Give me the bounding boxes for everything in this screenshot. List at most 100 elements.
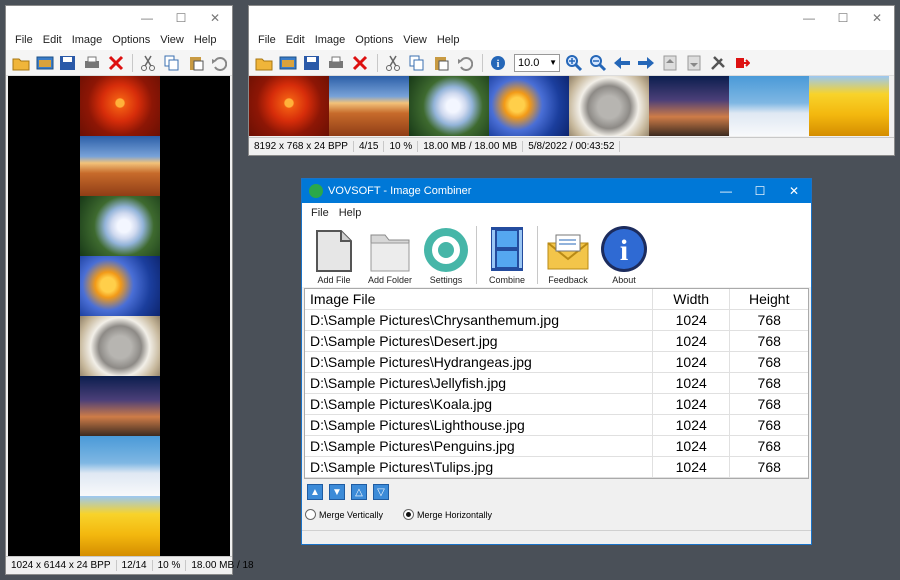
- top-viewer-canvas[interactable]: [249, 76, 894, 136]
- status-dimensions: 1024 x 6144 x 24 BPP: [6, 560, 117, 571]
- undo-icon[interactable]: [454, 52, 476, 74]
- save-icon[interactable]: [301, 52, 323, 74]
- add-file-button[interactable]: Add File: [306, 223, 362, 287]
- image-icon[interactable]: [277, 52, 299, 74]
- table-row[interactable]: D:\Sample Pictures\Lighthouse.jpg 1024 7…: [305, 415, 808, 436]
- merge-vertically-option[interactable]: Merge Vertically: [305, 509, 383, 520]
- save-icon[interactable]: [57, 52, 79, 74]
- cell-height: 768: [757, 438, 781, 454]
- thumbnail-penguins: [80, 436, 160, 496]
- menu-help[interactable]: Help: [432, 34, 465, 46]
- column-header-image-file[interactable]: Image File: [305, 289, 653, 309]
- table-row[interactable]: D:\Sample Pictures\Desert.jpg 1024 768: [305, 331, 808, 352]
- status-memory: 18.00 MB / 18: [191, 560, 254, 571]
- maximize-button[interactable]: ☐: [164, 6, 198, 30]
- merge-vertically-radio[interactable]: [305, 509, 316, 520]
- merge-horizontally-radio[interactable]: [403, 509, 415, 520]
- arrow-right-icon[interactable]: [635, 52, 657, 74]
- cell-image-file: D:\Sample Pictures\Tulips.jpg: [305, 457, 653, 477]
- zoom-select[interactable]: 10.0 ▼: [514, 53, 560, 72]
- table-row[interactable]: D:\Sample Pictures\Hydrangeas.jpg 1024 7…: [305, 352, 808, 373]
- tools-icon[interactable]: [707, 52, 729, 74]
- print-icon[interactable]: [325, 52, 347, 74]
- copy-icon[interactable]: [161, 52, 183, 74]
- print-icon[interactable]: [81, 52, 103, 74]
- delete-icon[interactable]: [349, 52, 371, 74]
- feedback-button[interactable]: Feedback: [540, 223, 596, 287]
- move-top-button[interactable]: △: [351, 484, 367, 500]
- table-row[interactable]: D:\Sample Pictures\Jellyfish.jpg 1024 76…: [305, 373, 808, 394]
- maximize-button[interactable]: ☐: [826, 6, 860, 30]
- merge-vertically-label: Merge Vertically: [319, 509, 384, 520]
- thumbnail-tulips: [80, 496, 160, 556]
- thumbnail-desert: [80, 136, 160, 196]
- maximize-button[interactable]: ☐: [743, 179, 777, 203]
- top-viewer-titlebar[interactable]: — ☐ ✕: [249, 6, 894, 30]
- settings-button[interactable]: Settings: [418, 223, 474, 287]
- status-zoom: 10 %: [153, 560, 187, 571]
- image-icon[interactable]: [34, 52, 56, 74]
- close-button[interactable]: ✕: [777, 179, 811, 203]
- menu-help[interactable]: Help: [334, 207, 367, 219]
- exit-icon[interactable]: [731, 52, 753, 74]
- menu-view[interactable]: View: [398, 34, 432, 46]
- combine-button[interactable]: Combine: [479, 223, 535, 287]
- menu-file[interactable]: File: [253, 34, 281, 46]
- left-viewer-canvas[interactable]: [8, 76, 230, 557]
- arrow-bottom-icon: ▽: [377, 486, 385, 498]
- column-header-height[interactable]: Height: [730, 289, 808, 309]
- minimize-button[interactable]: —: [709, 179, 743, 203]
- close-button[interactable]: ✕: [198, 6, 232, 30]
- undo-icon[interactable]: [208, 52, 230, 74]
- zoom-out-icon[interactable]: [587, 52, 609, 74]
- combiner-titlebar[interactable]: VOVSOFT - Image Combiner — ☐ ✕: [302, 179, 811, 203]
- cut-icon[interactable]: [382, 52, 404, 74]
- column-header-width[interactable]: Width: [653, 289, 731, 309]
- last-page-icon[interactable]: [683, 52, 705, 74]
- cell-height: 768: [757, 312, 781, 328]
- info-icon[interactable]: i: [487, 52, 509, 74]
- cut-icon[interactable]: [137, 52, 159, 74]
- merge-horizontally-option[interactable]: Merge Horizontally: [403, 509, 492, 520]
- menu-image[interactable]: Image: [67, 34, 108, 46]
- paste-icon[interactable]: [430, 52, 452, 74]
- minimize-button[interactable]: —: [792, 6, 826, 30]
- menu-help[interactable]: Help: [189, 34, 222, 46]
- cell-width: 1024: [653, 331, 731, 351]
- add-folder-button[interactable]: Add Folder: [362, 223, 418, 287]
- paste-icon[interactable]: [185, 52, 207, 74]
- merge-options: Merge Vertically Merge Horizontally: [305, 509, 492, 520]
- copy-icon[interactable]: [406, 52, 428, 74]
- minimize-button[interactable]: —: [130, 6, 164, 30]
- arrow-left-icon[interactable]: [611, 52, 633, 74]
- left-viewer-titlebar[interactable]: — ☐ ✕: [6, 6, 232, 30]
- menu-options[interactable]: Options: [350, 34, 398, 46]
- open-folder-icon[interactable]: [10, 52, 32, 74]
- delete-icon[interactable]: [105, 52, 127, 74]
- about-button[interactable]: i About: [596, 223, 652, 287]
- thumbnail-penguins: [729, 76, 809, 136]
- menu-view[interactable]: View: [155, 34, 189, 46]
- first-page-icon[interactable]: [659, 52, 681, 74]
- menu-options[interactable]: Options: [107, 34, 155, 46]
- table-row[interactable]: D:\Sample Pictures\Tulips.jpg 1024 768: [305, 457, 808, 478]
- status-page: 12/14: [117, 560, 153, 571]
- move-down-button[interactable]: ▼: [329, 484, 345, 500]
- svg-text:i: i: [497, 59, 500, 70]
- menu-edit[interactable]: Edit: [281, 34, 310, 46]
- move-up-button[interactable]: ▲: [307, 484, 323, 500]
- left-viewer-statusbar: 1024 x 6144 x 24 BPP 12/14 10 % 18.00 MB…: [6, 556, 254, 574]
- table-row[interactable]: D:\Sample Pictures\Koala.jpg 1024 768: [305, 394, 808, 415]
- image-file-grid[interactable]: Image File Width Height D:\Sample Pictur…: [304, 288, 809, 479]
- menu-file[interactable]: File: [306, 207, 334, 219]
- menu-image[interactable]: Image: [310, 34, 351, 46]
- move-bottom-button[interactable]: ▽: [373, 484, 389, 500]
- menu-edit[interactable]: Edit: [38, 34, 67, 46]
- menu-file[interactable]: File: [10, 34, 38, 46]
- zoom-in-icon[interactable]: [563, 52, 585, 74]
- close-button[interactable]: ✕: [860, 6, 894, 30]
- table-row[interactable]: D:\Sample Pictures\Penguins.jpg 1024 768: [305, 436, 808, 457]
- cell-height: 768: [757, 354, 781, 370]
- table-row[interactable]: D:\Sample Pictures\Chrysanthemum.jpg 102…: [305, 310, 808, 331]
- open-folder-icon[interactable]: [253, 52, 275, 74]
